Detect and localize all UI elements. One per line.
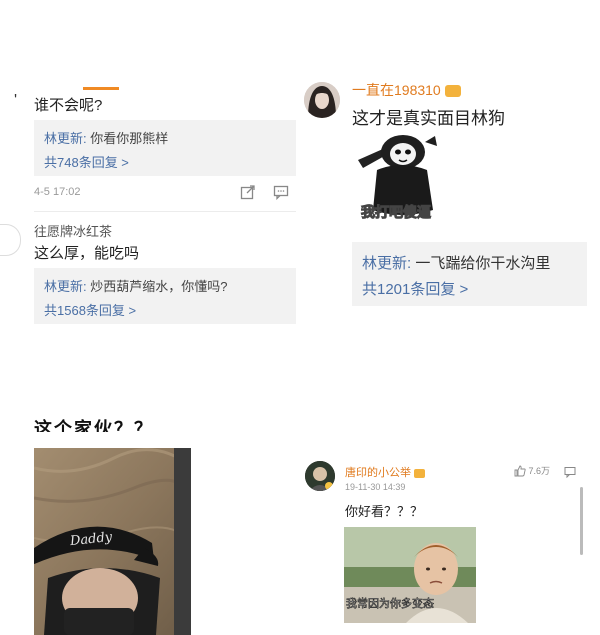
- meme-image[interactable]: 我常因为你多变态: [344, 527, 476, 623]
- commenter-name[interactable]: 往愿牌冰红茶: [34, 221, 112, 240]
- share-icon[interactable]: [240, 184, 256, 200]
- comment-icon[interactable]: [564, 465, 576, 479]
- vip-badge-icon: [444, 85, 461, 98]
- reply-text: 你看你那熊样: [86, 131, 169, 146]
- panda-sticker: 我打吧傻逼: [355, 130, 447, 222]
- caption-text: 这个家伙？？: [34, 419, 154, 432]
- username[interactable]: 一直在198310: [352, 80, 461, 100]
- reply-author[interactable]: 林更新:: [362, 255, 411, 272]
- divider: [34, 211, 296, 212]
- vip-badge-icon: [414, 468, 426, 478]
- avatar[interactable]: [304, 82, 340, 118]
- meme-caption: 我常因为你多变态: [346, 598, 435, 611]
- comment-icon[interactable]: [273, 184, 289, 201]
- selfie-photo[interactable]: Daddy: [34, 448, 191, 635]
- reply-text: 炒西葫芦缩水，你懂吗?: [86, 279, 228, 294]
- comment-date: 19-11-30 14:39: [345, 482, 406, 492]
- reply-box-1[interactable]: 林更新: 你看你那熊样 共748条回复 >: [34, 120, 296, 176]
- comment-date: 4-5 17:02: [34, 186, 81, 198]
- reply-box-3[interactable]: 林更新: 一飞踹给你干水沟里 共1201条回复 >: [352, 242, 587, 306]
- highlight-bar: [83, 87, 119, 90]
- comment-text: 这么厚，能吃吗: [34, 245, 140, 262]
- comment-text: 谁不会呢?: [34, 97, 103, 114]
- avatar-edge: [0, 224, 21, 256]
- reply-count-link[interactable]: 共1568条回复 >: [44, 300, 136, 319]
- like-count: 7.6万: [528, 466, 551, 476]
- comment-text: 这才是真实面目林狗: [352, 109, 505, 128]
- comment-text: 你好看？？？: [345, 504, 424, 519]
- reply-text: 一飞踹给你干水沟里: [411, 255, 551, 272]
- reply-author[interactable]: 林更新:: [44, 131, 87, 146]
- reply-count-link[interactable]: 共748条回复 >: [44, 152, 129, 171]
- username[interactable]: 唐印的小公举: [345, 464, 426, 480]
- scrollbar[interactable]: [580, 487, 583, 555]
- reply-box-2[interactable]: 林更新: 炒西葫芦缩水，你懂吗? 共1568条回复 >: [34, 268, 296, 324]
- sticker-caption: 我打吧傻逼: [361, 204, 432, 221]
- like-button[interactable]: 7.6万: [514, 464, 550, 479]
- reply-count-link[interactable]: 共1201条回复 >: [362, 278, 468, 299]
- thumbs-up-icon: [514, 465, 526, 479]
- comment-quote-mark: ': [14, 92, 18, 109]
- reply-author[interactable]: 林更新:: [44, 279, 87, 294]
- avatar[interactable]: [305, 461, 335, 491]
